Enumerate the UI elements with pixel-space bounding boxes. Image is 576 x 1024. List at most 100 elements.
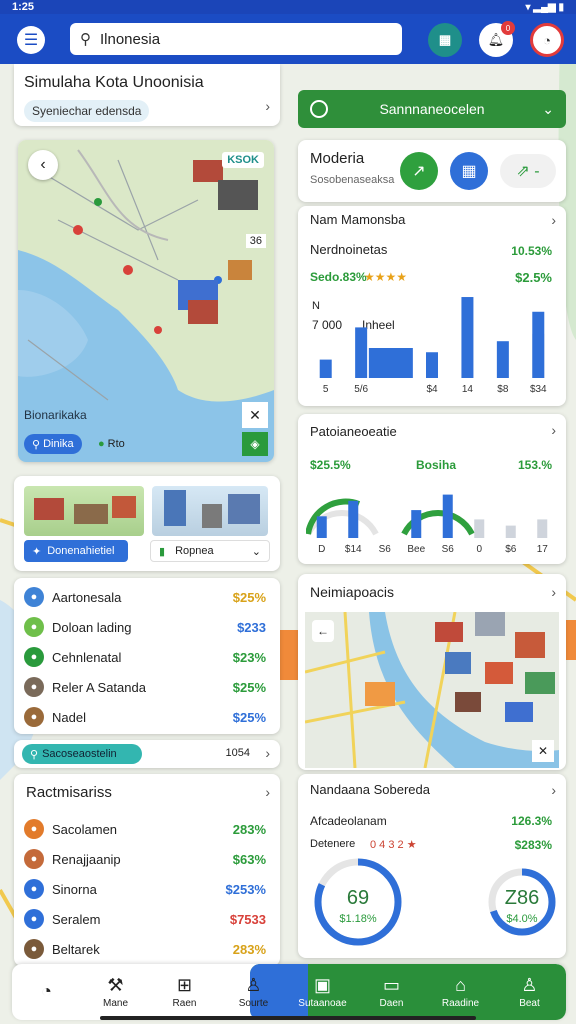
trend-block xyxy=(368,348,413,378)
gauges-row2-label: Detenere xyxy=(310,838,356,850)
neighborhood-back-button[interactable]: ← xyxy=(312,620,334,642)
layers-icon: ◈ xyxy=(250,437,260,451)
neighborhood-map[interactable] xyxy=(305,612,559,768)
indicator-label: Nadel xyxy=(52,709,86,725)
grid-button[interactable]: ▦ xyxy=(450,152,488,190)
simulation-button[interactable]: Sannnaneocelen ⌄ xyxy=(298,90,566,128)
map-chip-2[interactable]: ● Rto xyxy=(90,434,133,454)
tick-label: Вее xyxy=(407,544,425,555)
perf-v3: 153.% xyxy=(517,458,552,472)
indicator-row[interactable]: ● Doloan lading $233 xyxy=(14,612,280,642)
bar xyxy=(461,297,474,378)
indicator-row[interactable]: ● Reler A Satanda $25% xyxy=(14,672,280,702)
nav-label: Mane xyxy=(102,998,128,1009)
tick-label: $6 xyxy=(505,544,517,555)
stats-card: Nam Mamonsba › Nerdnoinetas 10.53% Sedo.… xyxy=(298,206,566,406)
leaf-icon: ● xyxy=(24,617,44,637)
resource-value: $253% xyxy=(225,881,266,897)
map-chip-1[interactable]: ⚲ Dinika xyxy=(24,434,82,454)
resource-value: 283% xyxy=(232,821,266,837)
top-bar: ☰ ⚲ Ilnonesia ▦ 🔔︎ 0 ◔ xyxy=(0,14,576,64)
summary-bar[interactable]: ⚲ Sacoseaostelin 1054 › xyxy=(14,740,280,768)
resource-row[interactable]: ● Renajjaanip $63% xyxy=(14,844,280,874)
nav-item-5[interactable]: ▭ Daen xyxy=(357,964,426,1020)
gauges-row2-right: $283% xyxy=(514,838,552,852)
resource-row[interactable]: ● Seralem $7533 xyxy=(14,904,280,934)
nav-label: Raen xyxy=(172,998,197,1009)
bar xyxy=(442,494,453,538)
secondary-build-select[interactable]: ▮ Ropnea ⌄ xyxy=(150,540,270,562)
water-icon: ● xyxy=(24,879,44,899)
map-top-label: KSOK xyxy=(222,152,264,168)
avatar-button[interactable]: ◔ xyxy=(530,23,564,57)
stats-row2-label: Sedo.83% xyxy=(310,270,367,284)
indicator-value: $25% xyxy=(232,709,266,725)
city-header-card[interactable]: Simulaha Kota Unoonisia Syeniechar edens… xyxy=(14,64,280,126)
gauge-icon: ◔ xyxy=(41,980,52,1001)
map-chip-1-label: Dinika xyxy=(43,438,74,450)
resource-row[interactable]: ● Beltarek 283% xyxy=(14,934,280,964)
indicator-row[interactable]: ● Cehnlenatal $23% xyxy=(14,642,280,672)
city-map-card[interactable]: ‹ KSOK 36 Bionarikaka ⚲ Dinika ● Rto ✕ ◈ xyxy=(18,140,274,462)
tick-label: 5 xyxy=(323,384,329,395)
gauges-row-label: Afcadeolanam xyxy=(310,814,387,828)
back-button[interactable]: ‹ xyxy=(28,150,58,180)
resource-value: $63% xyxy=(232,851,266,867)
indicator-row[interactable]: ● Aartonesala $25% xyxy=(14,582,280,612)
indicator-value: $233 xyxy=(237,619,266,635)
perf-v2: Bosiha xyxy=(416,458,457,472)
nav-item-2[interactable]: ⊞ Raen xyxy=(150,964,219,1020)
stats-icon: ▦ xyxy=(438,32,452,47)
indicator-row[interactable]: ● Nadel $25% xyxy=(14,702,280,732)
menu-button[interactable]: ☰ xyxy=(17,26,45,54)
nav-item-4[interactable]: ▣ Sutaanoae xyxy=(288,964,357,1020)
grid-icon: ▦ xyxy=(461,163,477,180)
coin-icon: ● xyxy=(24,819,44,839)
resource-value: 283% xyxy=(232,941,266,957)
indicator-value: $25% xyxy=(232,589,266,605)
resource-value: $7533 xyxy=(229,911,266,927)
building-image-1[interactable] xyxy=(24,486,144,536)
house-icon: ● xyxy=(24,939,44,959)
neighborhood-expand-button[interactable]: ✕ xyxy=(532,740,554,762)
trend-button[interactable]: ⇗ - xyxy=(500,154,556,188)
nav-item-3[interactable]: ♙ Sourte xyxy=(219,964,288,1020)
gauges: 69 $1.18% Z86 $4.0% xyxy=(314,858,556,946)
subtitle-pill: Syeniechar edensda xyxy=(24,100,150,122)
thumb-button[interactable]: ↗ xyxy=(400,152,438,190)
layers-button[interactable]: ◈ xyxy=(242,432,268,456)
primary-build-button[interactable]: ✦ Donenahietiel xyxy=(24,540,128,562)
indicator-label: Cehnlenatal xyxy=(52,649,122,665)
resource-row[interactable]: ● Sinorna $253% xyxy=(14,874,280,904)
gauge-sub: $4.0% xyxy=(506,913,537,925)
bar xyxy=(474,519,485,538)
map-chip-2-label: Rto xyxy=(107,438,125,450)
bar xyxy=(532,311,545,378)
nav-label: Raadine xyxy=(441,998,480,1009)
primary-build-label: Donenahietiel xyxy=(47,545,115,557)
stats-row1-label: Nerdnoinetas xyxy=(310,242,388,257)
avatar: ◔ xyxy=(543,32,551,48)
bottom-nav: ◔ ⚒ Mane ⊞ Raen ♙ Sourte ▣ Sutaanoae ▭ Daen ⌂ Raadin… xyxy=(12,964,566,1020)
chevron-left-icon: ‹ xyxy=(40,156,46,173)
home-indicator xyxy=(100,1016,476,1020)
building-image-2[interactable] xyxy=(152,486,268,536)
nav-item-6[interactable]: ⌂ Raadine xyxy=(426,964,495,1020)
resource-row[interactable]: ● Sacolamen 283% xyxy=(14,814,280,844)
chevron-right-icon: › xyxy=(265,745,270,761)
nav-item-1[interactable]: ⚒ Mane xyxy=(81,964,150,1020)
city-stats-button[interactable]: ▦ xyxy=(428,23,462,57)
factory-icon: ● xyxy=(24,849,44,869)
tick-label: D xyxy=(318,544,325,555)
trend-icon: ⇗ - xyxy=(516,163,540,180)
stats-row1-value: 10.53% xyxy=(511,244,552,258)
build-icon: ▣ xyxy=(313,975,331,995)
stats-title: Nam Mamonsba xyxy=(310,212,406,227)
nav-item-0[interactable]: ◔ xyxy=(12,964,81,1020)
notifications-button[interactable]: 🔔︎ 0 xyxy=(479,21,515,57)
search-input[interactable]: ⚲ Ilnonesia xyxy=(70,23,402,55)
expand-map-button[interactable]: ✕ xyxy=(242,402,268,428)
map-corner-number: 36 xyxy=(245,234,266,248)
nav-item-7[interactable]: ♙ Beat xyxy=(495,964,564,1020)
tick-label: 17 xyxy=(537,544,549,555)
